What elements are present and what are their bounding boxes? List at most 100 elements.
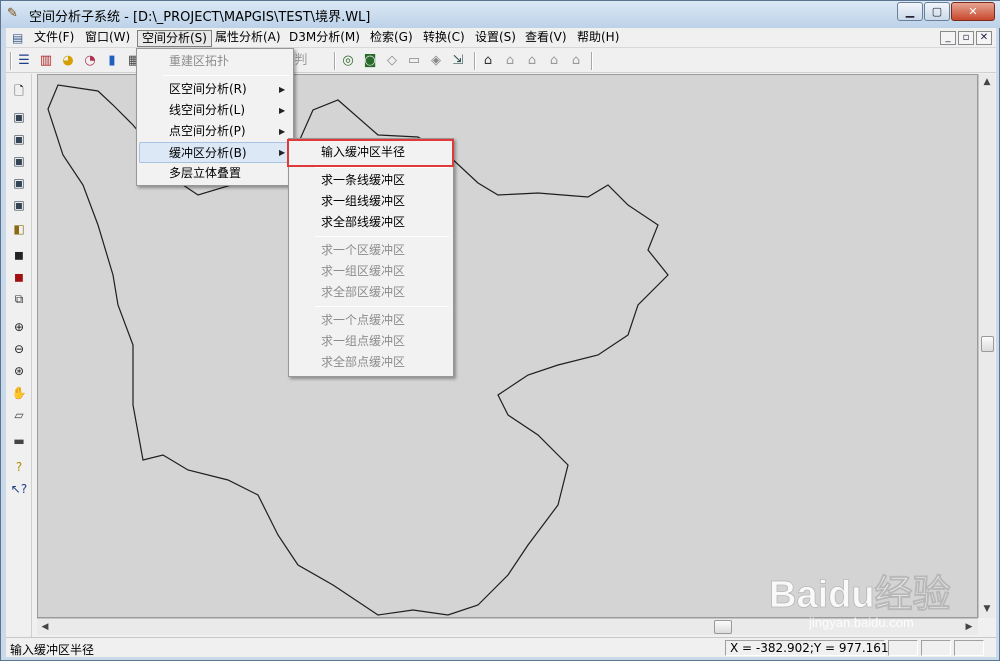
menu-item-all-regions-buffer[interactable]: 求全部区缓冲区 bbox=[291, 282, 451, 303]
toolbar-separator bbox=[591, 52, 593, 70]
menu-item-point-analysis[interactable]: 点空间分析(P) bbox=[139, 121, 291, 142]
toolbar-separator bbox=[10, 52, 12, 70]
app-window: ✎ 空间分析子系统 - [D:\_PROJECT\MAPGIS\TEST\境界.… bbox=[0, 0, 1000, 661]
menu-convert[interactable]: 转换(C) bbox=[419, 30, 469, 47]
eraser-icon[interactable]: ◇ bbox=[383, 52, 401, 70]
layer-icon-1[interactable]: ▣ bbox=[10, 108, 28, 126]
zoom-in-icon[interactable]: ⊕ bbox=[10, 318, 28, 336]
node-icon-4[interactable]: ⌂ bbox=[545, 52, 563, 70]
document-icon[interactable]: ▤ bbox=[12, 30, 28, 46]
status-pane-empty bbox=[888, 640, 918, 656]
menu-item-one-line-buffer[interactable]: 求一条线缓冲区 bbox=[291, 170, 451, 191]
menu-item-all-lines-buffer[interactable]: 求全部线缓冲区 bbox=[291, 212, 451, 233]
menu-view[interactable]: 查看(V) bbox=[521, 30, 571, 47]
layer-icon-2[interactable]: ▣ bbox=[10, 130, 28, 148]
node-icon-3[interactable]: ⌂ bbox=[523, 52, 541, 70]
coordinate-readout: X = -382.902;Y = 977.161 bbox=[725, 640, 889, 656]
layer-icon-3[interactable]: ▣ bbox=[10, 152, 28, 170]
save-icon[interactable]: ◼ bbox=[10, 246, 28, 264]
scroll-up-icon[interactable]: ▲ bbox=[979, 74, 995, 90]
vertical-scrollbar[interactable]: ▲ ▼ bbox=[978, 74, 995, 618]
layer-icon-4[interactable]: ▣ bbox=[10, 174, 28, 192]
zoom-window-icon[interactable]: ⊛ bbox=[10, 362, 28, 380]
context-help-icon[interactable]: ↖? bbox=[10, 480, 28, 498]
layer-icon-5[interactable]: ▣ bbox=[10, 196, 28, 214]
mdi-restore-button[interactable]: ▫ bbox=[958, 31, 974, 45]
help-icon[interactable]: ? bbox=[10, 458, 28, 476]
menu-separator bbox=[163, 75, 289, 76]
menu-item-all-points-buffer[interactable]: 求全部点缓冲区 bbox=[291, 352, 451, 373]
menu-item-one-region-buffer[interactable]: 求一个区缓冲区 bbox=[291, 240, 451, 261]
eraser-icon[interactable]: ▱ bbox=[10, 406, 28, 424]
app-icon: ✎ bbox=[7, 6, 18, 21]
zoom-out-icon[interactable]: ⊖ bbox=[10, 340, 28, 358]
submenu-arrow-icon: ▶ bbox=[279, 127, 286, 136]
window-icon[interactable]: ▭ bbox=[405, 52, 423, 70]
pie-chart-icon[interactable]: ◕ bbox=[59, 52, 77, 70]
submenu-arrow-icon: ▶ bbox=[279, 85, 286, 94]
text-icon[interactable]: 判 bbox=[292, 52, 310, 70]
menu-separator bbox=[315, 167, 449, 168]
map-icon-2[interactable]: ◙ bbox=[361, 52, 379, 70]
toolbar-separator bbox=[334, 52, 336, 70]
status-pane-empty bbox=[954, 640, 984, 656]
menu-help[interactable]: 帮助(H) bbox=[573, 30, 623, 47]
menu-item-buffer-analysis[interactable]: 缓冲区分析(B) bbox=[139, 142, 291, 163]
baidu-jingyan-watermark: Baidu经验 jingyan.baidu.com bbox=[769, 574, 951, 630]
status-message: 输入缓冲区半径 bbox=[10, 643, 95, 657]
close-button[interactable]: ✕ bbox=[951, 2, 995, 21]
buffer-analysis-submenu: 输入缓冲区半径 求一条线缓冲区 求一组线缓冲区 求全部线缓冲区 求一个区缓冲区 … bbox=[288, 138, 454, 377]
menu-item-line-analysis[interactable]: 线空间分析(L) bbox=[139, 100, 291, 121]
watermark-url: jingyan.baidu.com bbox=[808, 615, 914, 630]
window-title: 空间分析子系统 - [D:\_PROJECT\MAPGIS\TEST\境界.WL… bbox=[29, 10, 371, 25]
column-chart-icon[interactable]: ▮ bbox=[103, 52, 121, 70]
copy-icon[interactable]: ⧉ bbox=[10, 290, 28, 308]
clip-icon[interactable]: ◧ bbox=[10, 220, 28, 238]
maximize-button[interactable]: ▢ bbox=[924, 2, 950, 21]
scroll-left-icon[interactable]: ◀ bbox=[37, 619, 53, 635]
horizontal-scroll-thumb[interactable] bbox=[714, 620, 732, 634]
export-icon[interactable]: ⇲ bbox=[449, 52, 467, 70]
menu-file[interactable]: 文件(F) bbox=[30, 30, 78, 47]
left-toolbar: 🗋 ▣ ▣ ▣ ▣ ▣ ◧ ◼ ◼ ⧉ ⊕ ⊖ ⊛ ✋ ▱ ▬ ? ↖? bbox=[6, 74, 32, 639]
minimize-button[interactable]: ▁ bbox=[897, 2, 923, 21]
menu-settings[interactable]: 设置(S) bbox=[471, 30, 520, 47]
menu-search[interactable]: 检索(G) bbox=[366, 30, 417, 47]
mdi-close-button[interactable]: ✕ bbox=[976, 31, 992, 45]
ruler-icon[interactable]: ▬ bbox=[10, 432, 28, 450]
menu-d3m-analysis[interactable]: D3M分析(M) bbox=[285, 30, 364, 47]
menu-separator bbox=[315, 236, 449, 237]
save-as-icon[interactable]: ◼ bbox=[10, 268, 28, 286]
watermark-brand: Baidu经验 bbox=[769, 574, 951, 616]
menu-item-rebuild-topology[interactable]: 重建区拓扑 bbox=[139, 51, 291, 72]
title-bar[interactable]: ✎ 空间分析子系统 - [D:\_PROJECT\MAPGIS\TEST\境界.… bbox=[1, 1, 1000, 28]
bar-chart-icon[interactable]: ▥ bbox=[37, 52, 55, 70]
node-icon-5[interactable]: ⌂ bbox=[567, 52, 585, 70]
node-icon-2[interactable]: ⌂ bbox=[501, 52, 519, 70]
submenu-arrow-icon: ▶ bbox=[279, 148, 286, 157]
layers-icon[interactable]: ◈ bbox=[427, 52, 445, 70]
menu-attribute-analysis[interactable]: 属性分析(A) bbox=[211, 30, 285, 47]
mdi-minimize-button[interactable]: _ bbox=[940, 31, 956, 45]
menu-item-multilayer-overlay[interactable]: 多层立体叠置 bbox=[139, 163, 291, 184]
new-document-icon[interactable]: 🗋 bbox=[10, 82, 28, 100]
spatial-analysis-menu: 重建区拓扑 区空间分析(R) ▶ 线空间分析(L) ▶ 点空间分析(P) ▶ 缓… bbox=[136, 48, 294, 186]
pan-icon[interactable]: ✋ bbox=[10, 384, 28, 402]
align-left-icon[interactable]: ☰ bbox=[15, 52, 33, 70]
menu-item-line-group-buffer[interactable]: 求一组线缓冲区 bbox=[291, 191, 451, 212]
status-pane-empty bbox=[921, 640, 951, 656]
node-icon-1[interactable]: ⌂ bbox=[479, 52, 497, 70]
menu-window[interactable]: 窗口(W) bbox=[81, 30, 134, 47]
menu-item-region-analysis[interactable]: 区空间分析(R) bbox=[139, 79, 291, 100]
vertical-scroll-thumb[interactable] bbox=[981, 336, 994, 352]
menu-item-point-group-buffer[interactable]: 求一组点缓冲区 bbox=[291, 331, 451, 352]
submenu-arrow-icon: ▶ bbox=[279, 106, 286, 115]
pie-3d-icon[interactable]: ◔ bbox=[81, 52, 99, 70]
menu-item-one-point-buffer[interactable]: 求一个点缓冲区 bbox=[291, 310, 451, 331]
menu-item-region-group-buffer[interactable]: 求一组区缓冲区 bbox=[291, 261, 451, 282]
toolbar-separator bbox=[474, 52, 476, 70]
menu-separator bbox=[315, 306, 449, 307]
menu-spatial-analysis[interactable]: 空间分析(S) bbox=[137, 30, 212, 47]
map-icon-1[interactable]: ◎ bbox=[339, 52, 357, 70]
scroll-down-icon[interactable]: ▼ bbox=[979, 601, 995, 617]
